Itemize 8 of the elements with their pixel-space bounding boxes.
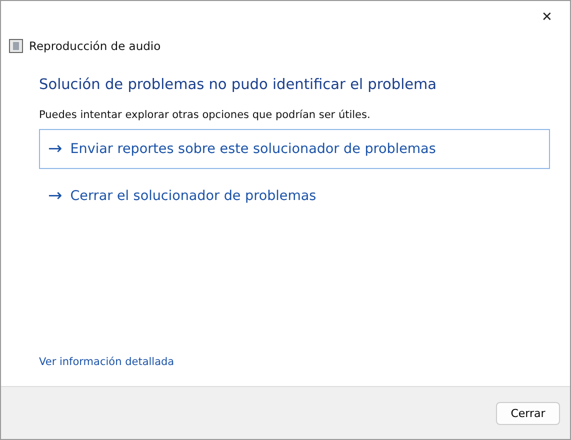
option-link[interactable]: → Enviar reportes sobre este solucionador de problemas	[39, 129, 550, 169]
option-link[interactable]: → Cerrar el solucionador de problemas	[39, 176, 550, 216]
window-title: Reproducción de audio	[29, 39, 161, 53]
heading: Solución de problemas no pudo identificar el problema	[39, 77, 438, 93]
close-dialog-button[interactable]: Cerrar	[496, 402, 560, 424]
details-link[interactable]: Ver información detallada	[39, 356, 174, 368]
close-button[interactable]: ✕	[524, 1, 570, 31]
description: Puedes intentar explorar otras opciones que podrían ser útiles.	[39, 109, 372, 121]
